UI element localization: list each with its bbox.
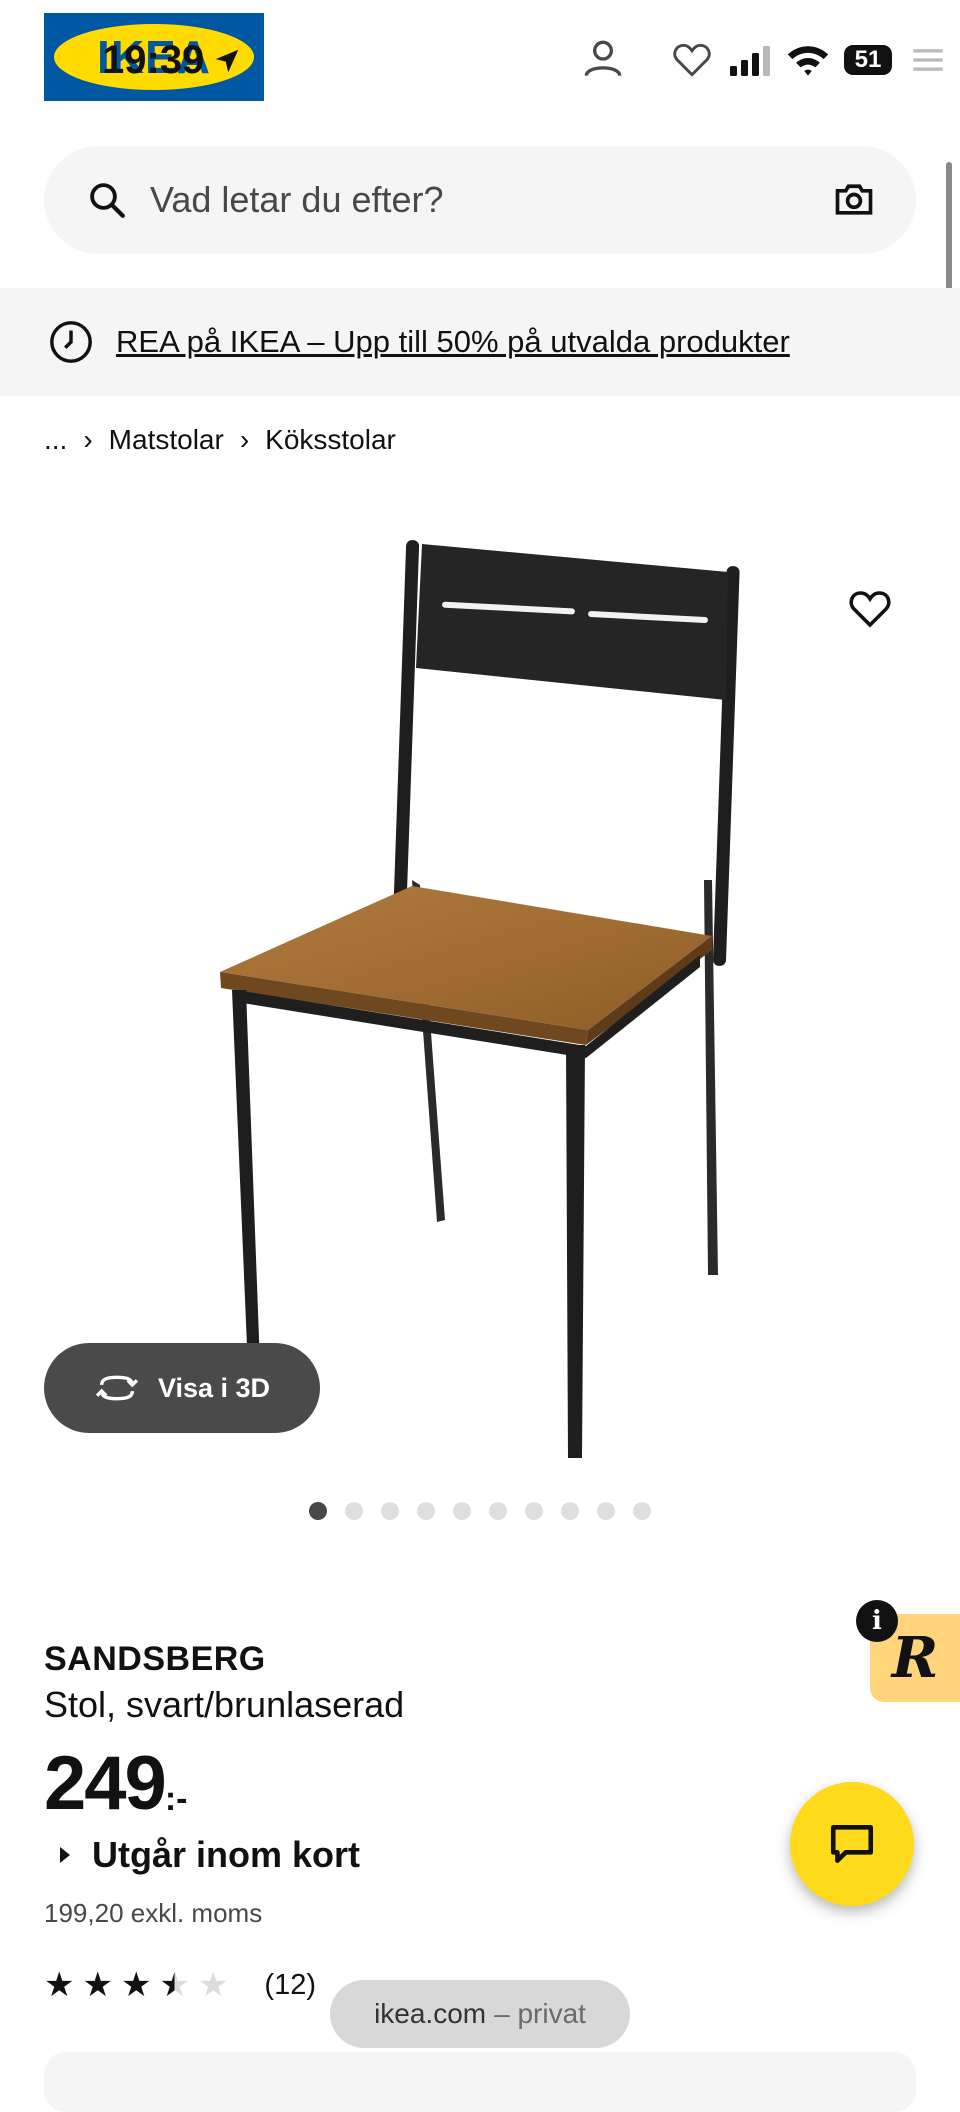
wifi-icon bbox=[787, 46, 829, 76]
promo-banner[interactable]: REA på IKEA – Upp till 50% på utvalda pr… bbox=[0, 288, 960, 396]
menu-icon[interactable] bbox=[906, 38, 950, 82]
favorites-heart-icon[interactable] bbox=[670, 38, 714, 82]
url-domain: ikea.com bbox=[374, 1998, 487, 2029]
search-bar[interactable]: Vad letar du efter? bbox=[44, 146, 916, 254]
chevron-right-icon: › bbox=[83, 424, 93, 455]
carousel-dot[interactable] bbox=[525, 1502, 543, 1520]
chat-button[interactable] bbox=[790, 1782, 914, 1906]
star-empty-icon: ★ bbox=[197, 1966, 229, 2004]
signal-icon bbox=[730, 46, 770, 76]
breadcrumb: ... › Matstolar › Köksstolar bbox=[44, 424, 396, 456]
browser-url-bar[interactable]: ikea.com – privat bbox=[330, 1980, 630, 2048]
search-input[interactable]: Vad letar du efter? bbox=[150, 179, 832, 221]
status-icons: 51 bbox=[670, 38, 950, 82]
carousel-dot[interactable] bbox=[381, 1502, 399, 1520]
price-integer: 249 bbox=[44, 1741, 167, 1826]
location-arrow-icon bbox=[216, 49, 239, 72]
review-count[interactable]: (12) bbox=[264, 1969, 316, 2002]
product-name: SANDSBERG bbox=[44, 1640, 266, 1678]
info-icon[interactable]: i bbox=[856, 1600, 898, 1642]
carousel-dot[interactable] bbox=[597, 1502, 615, 1520]
bottom-card bbox=[44, 2052, 916, 2112]
account-icon[interactable] bbox=[578, 34, 628, 84]
triangle-right-icon bbox=[60, 1847, 70, 1863]
star-full-icon: ★ bbox=[120, 1966, 152, 2004]
carousel-dot[interactable] bbox=[453, 1502, 471, 1520]
price-excl-vat: 199,20 exkl. moms bbox=[44, 1898, 263, 1928]
star-half-icon: ★ bbox=[159, 1966, 190, 2004]
availability-toggle[interactable]: Utgår inom kort bbox=[60, 1834, 360, 1876]
view-in-3d-label: Visa i 3D bbox=[157, 1372, 271, 1403]
search-icon bbox=[90, 183, 125, 218]
breadcrumb-item-koksstolar[interactable]: Köksstolar bbox=[265, 424, 396, 456]
star-full-icon: ★ bbox=[44, 1966, 75, 2004]
battery-indicator: 51 bbox=[844, 45, 892, 75]
carousel-dot[interactable] bbox=[633, 1502, 651, 1520]
carousel-dot[interactable] bbox=[489, 1502, 507, 1520]
product-image[interactable] bbox=[0, 500, 960, 1470]
product-description: Stol, svart/brunlaserad bbox=[44, 1684, 405, 1725]
carousel-dot[interactable] bbox=[345, 1502, 363, 1520]
status-time: 19:39 bbox=[102, 38, 205, 82]
camera-icon[interactable] bbox=[832, 178, 876, 222]
add-to-favorites-icon[interactable] bbox=[846, 584, 894, 632]
view-in-3d-button[interactable]: Visa i 3D bbox=[44, 1343, 320, 1433]
price-suffix: :- bbox=[164, 1780, 188, 1818]
chevron-right-icon: › bbox=[239, 424, 250, 455]
carousel-dot[interactable] bbox=[561, 1502, 579, 1520]
availability-text: Utgår inom kort bbox=[92, 1834, 361, 1875]
product-price: 249 :- bbox=[44, 1744, 187, 1824]
url-private-label: – privat bbox=[494, 1998, 586, 2029]
status-time-group: 19:39 bbox=[102, 38, 242, 83]
star-full-icon: ★ bbox=[82, 1966, 113, 2004]
clock-icon bbox=[50, 321, 92, 363]
image-carousel-dots bbox=[0, 1502, 960, 1520]
carousel-dot[interactable] bbox=[417, 1502, 435, 1520]
chat-bubble-icon bbox=[830, 1825, 874, 1863]
promo-link[interactable]: REA på IKEA – Upp till 50% på utvalda pr… bbox=[116, 324, 790, 360]
carousel-dot[interactable] bbox=[309, 1502, 327, 1520]
rating-row[interactable]: ★ ★ ★ ★ ★ (12) bbox=[44, 1968, 316, 2002]
breadcrumb-item-matstolar[interactable]: Matstolar bbox=[109, 424, 224, 456]
rotate-3d-icon bbox=[95, 1375, 139, 1401]
breadcrumb-item-more[interactable]: ... bbox=[44, 424, 67, 456]
